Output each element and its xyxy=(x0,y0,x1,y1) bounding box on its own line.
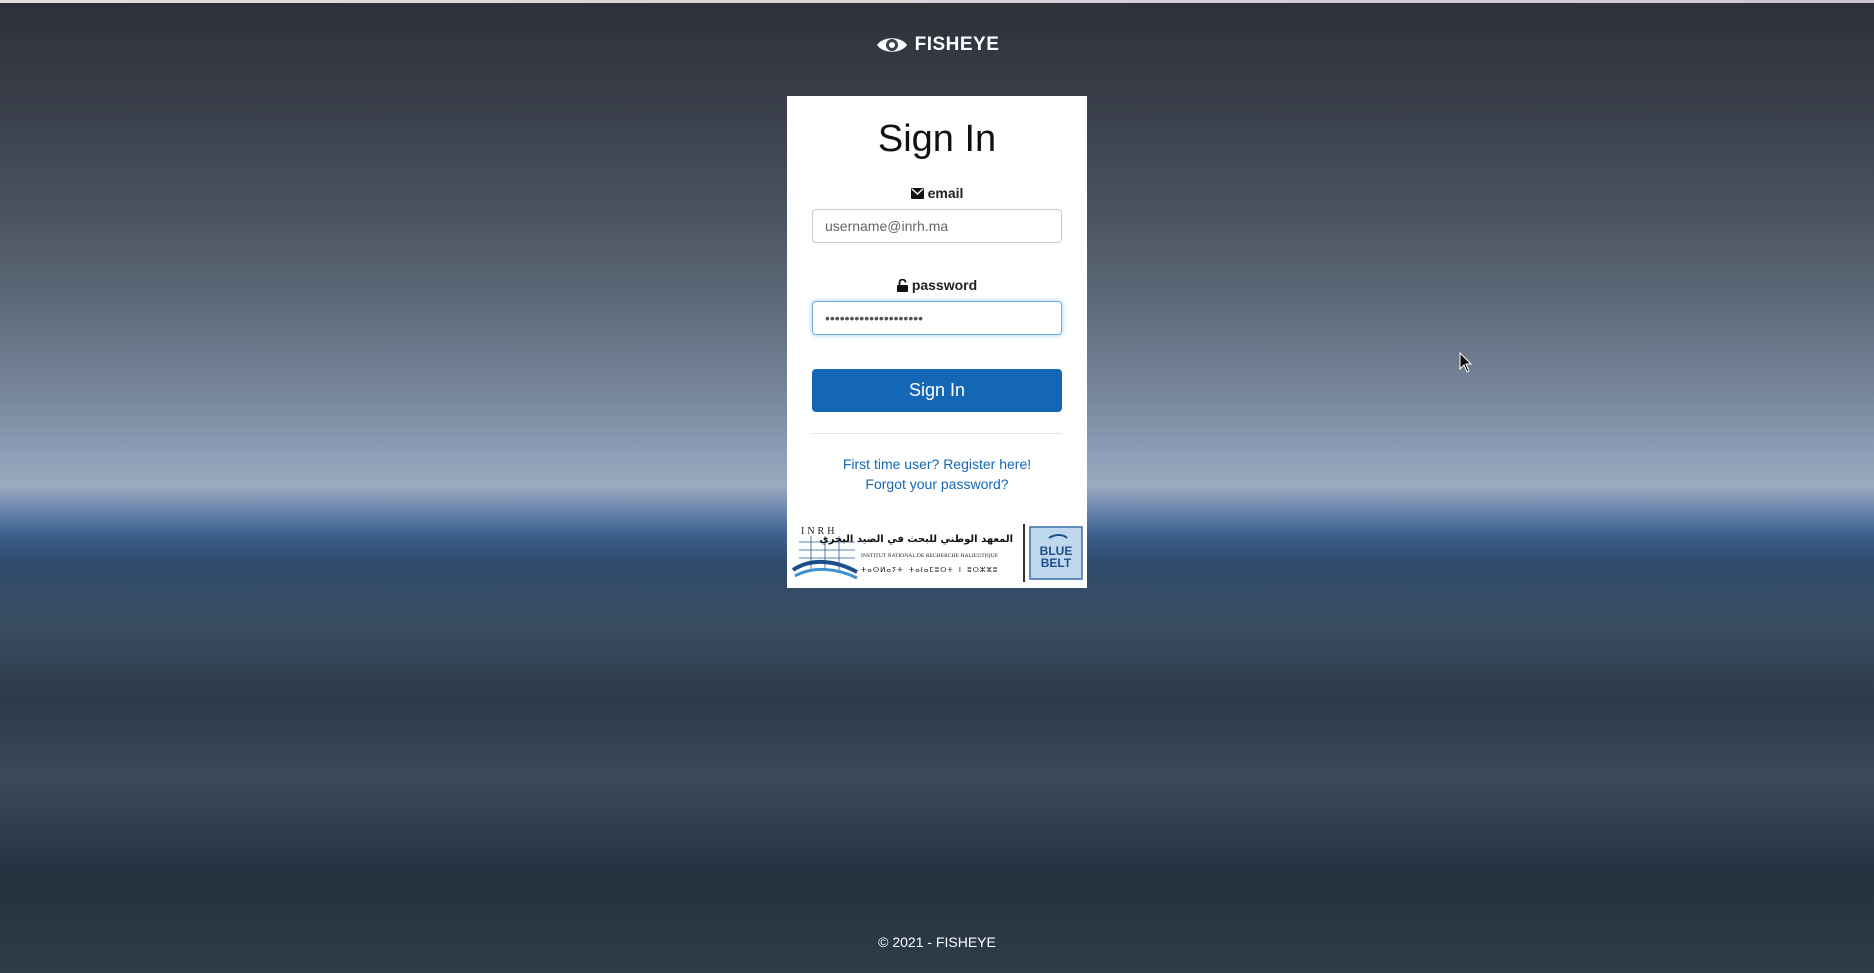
mouse-cursor-icon xyxy=(1459,352,1473,373)
partner-logos: INRH المعهد الوطني للبحث في الصيد البحري… xyxy=(791,520,1083,586)
bluebelt-logo: BLUE BELT xyxy=(1023,524,1083,582)
signin-button[interactable]: Sign In xyxy=(812,369,1062,412)
divider xyxy=(812,433,1062,434)
svg-text:BELT: BELT xyxy=(1041,556,1072,570)
brand-name: FISHEYE xyxy=(914,34,1000,55)
email-label: email xyxy=(787,185,1087,201)
brand-header: FISHEYE xyxy=(0,34,1874,56)
unlock-icon xyxy=(896,278,908,292)
register-link[interactable]: First time user? Register here! xyxy=(787,454,1087,474)
email-field[interactable] xyxy=(812,209,1062,243)
forgot-password-link[interactable]: Forgot your password? xyxy=(787,474,1087,494)
svg-text:المعهد الوطني للبحث في الصيد ا: المعهد الوطني للبحث في الصيد البحري xyxy=(819,534,1013,545)
email-label-text: email xyxy=(927,185,964,201)
footer-copyright: © 2021 - FISHEYE xyxy=(878,934,996,950)
password-field[interactable] xyxy=(812,301,1062,335)
bluebelt-emblem: BLUE BELT xyxy=(1029,526,1083,580)
signin-card: Sign In email password Sign In First tim… xyxy=(787,96,1087,588)
svg-text:INSTITUT NATIONAL DE RECHERCHE: INSTITUT NATIONAL DE RECHERCHE HALIEUTIQ… xyxy=(861,553,999,559)
svg-text:ⵜⴰⵙⵍⴰⵢⵜ ⵜⴰⵏⴰⵎⵓⵔⵜ ⵏ ⵓⵔⵣⵣⵓ: ⵜⴰⵙⵍⴰⵢⵜ ⵜⴰⵏⴰⵎⵓⵔⵜ ⵏ ⵓⵔⵣⵣⵓ xyxy=(861,567,998,575)
page-title: Sign In xyxy=(877,118,997,160)
envelope-icon xyxy=(910,187,924,199)
password-label-text: password xyxy=(911,277,978,293)
password-label: password xyxy=(787,277,1087,293)
top-strip xyxy=(0,0,1874,3)
eye-icon xyxy=(876,38,907,52)
inrh-logo: INRH المعهد الوطني للبحث في الصيد البحري… xyxy=(791,520,1019,586)
inrh-emblem: INRH المعهد الوطني للبحث في الصيد البحري… xyxy=(791,526,1013,580)
